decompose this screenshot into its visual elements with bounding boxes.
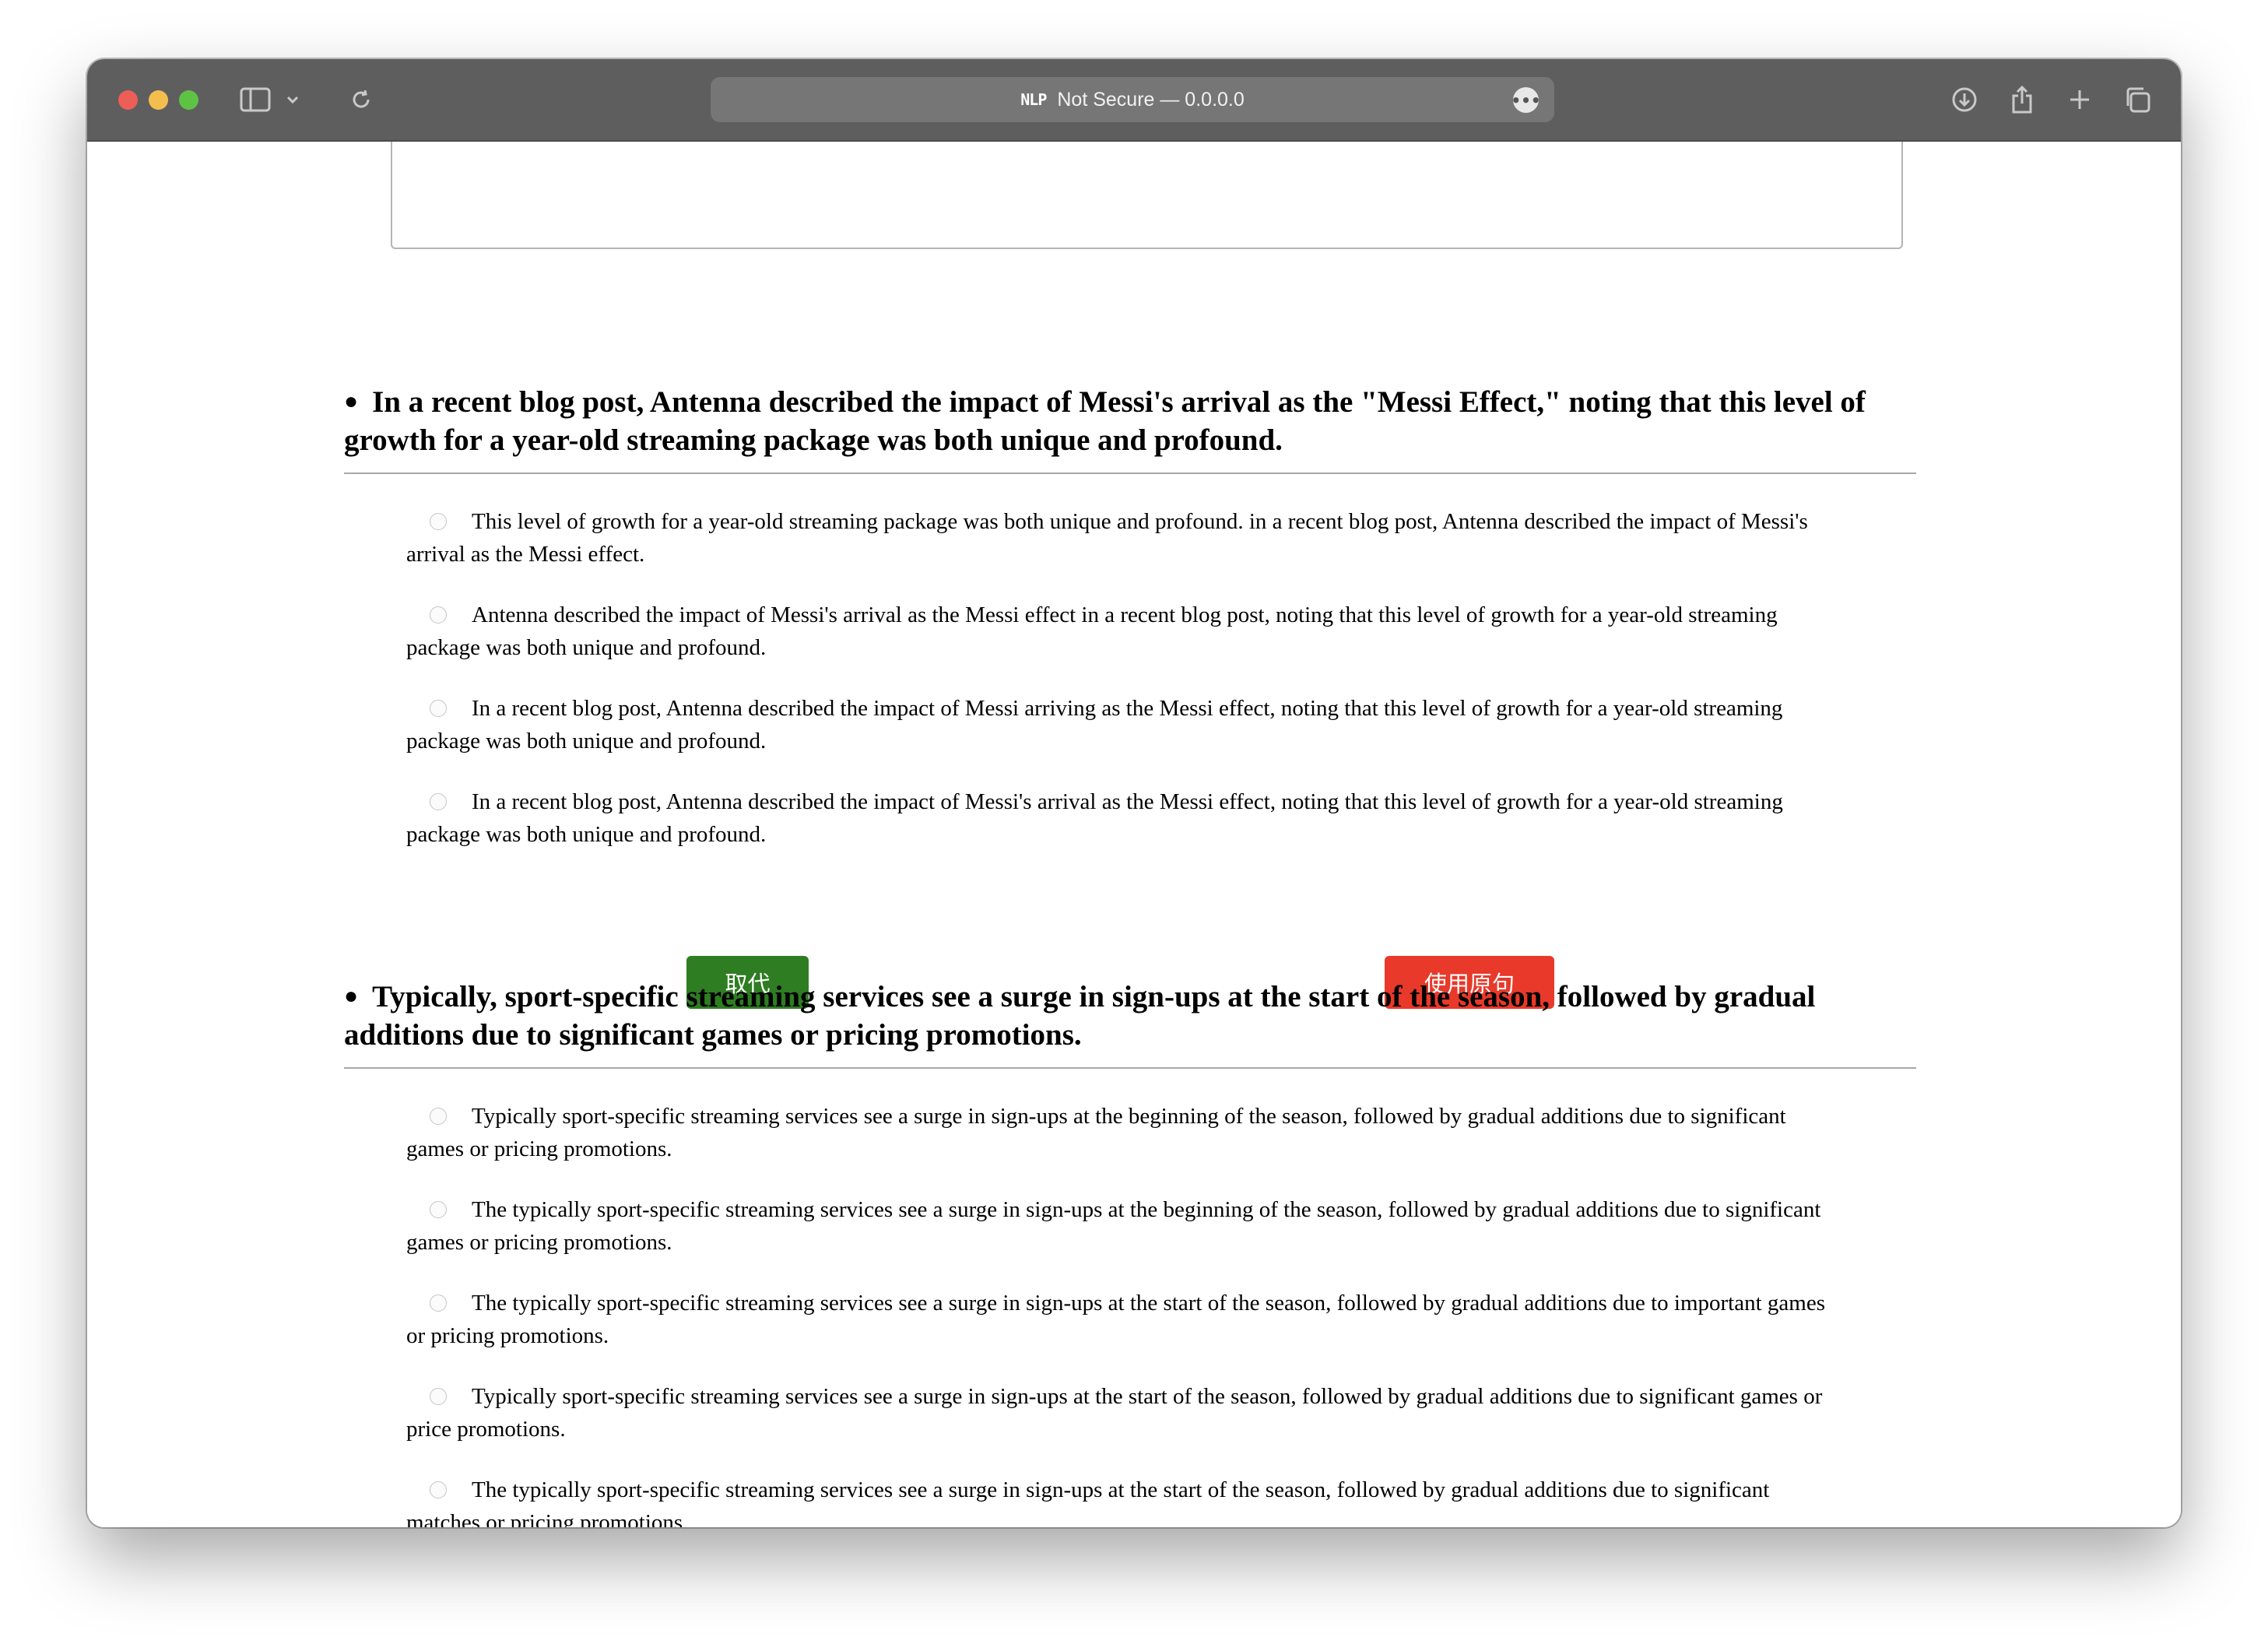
option-item[interactable]: Typically sport-specific streaming servi… bbox=[406, 1100, 1846, 1165]
close-window-button[interactable] bbox=[118, 90, 138, 110]
option-list: This level of growth for a year-old stre… bbox=[344, 505, 1916, 851]
radio-button[interactable] bbox=[430, 1388, 447, 1406]
tab-overview-icon[interactable] bbox=[2120, 83, 2154, 117]
option-item[interactable]: The typically sport-specific streaming s… bbox=[406, 1474, 1846, 1527]
more-options-icon[interactable]: ••• bbox=[1511, 87, 1541, 113]
zoom-window-button[interactable] bbox=[179, 90, 198, 110]
question-block: ● In a recent blog post, Antenna describe… bbox=[344, 385, 1916, 879]
share-icon[interactable] bbox=[2005, 83, 2039, 117]
option-item[interactable]: In a recent blog post, Antenna described… bbox=[406, 785, 1846, 851]
option-item[interactable]: The typically sport-specific streaming s… bbox=[406, 1287, 1846, 1352]
chevron-down-icon[interactable] bbox=[283, 83, 302, 117]
reload-icon[interactable] bbox=[344, 83, 378, 117]
radio-button[interactable] bbox=[430, 606, 447, 624]
download-icon[interactable] bbox=[1947, 83, 1982, 117]
option-item[interactable]: This level of growth for a year-old stre… bbox=[406, 505, 1846, 571]
option-item[interactable]: Antenna described the impact of Messi's … bbox=[406, 599, 1846, 664]
radio-button[interactable] bbox=[430, 1108, 447, 1126]
new-tab-icon[interactable] bbox=[2063, 83, 2097, 117]
radio-button[interactable] bbox=[430, 513, 447, 531]
question-title: ● In a recent blog post, Antenna describe… bbox=[344, 385, 1916, 475]
option-list: Typically sport-specific streaming servi… bbox=[344, 1100, 1916, 1527]
bullet-icon: ● bbox=[344, 388, 359, 415]
browser-window: NLP Not Secure — 0.0.0.0 ••• ● In a recen… bbox=[87, 59, 2181, 1527]
radio-button[interactable] bbox=[430, 700, 447, 718]
option-item[interactable]: Typically sport-specific streaming servi… bbox=[406, 1380, 1846, 1446]
radio-button[interactable] bbox=[430, 1201, 447, 1219]
page-content: ● In a recent blog post, Antenna describe… bbox=[87, 142, 2181, 1527]
minimize-window-button[interactable] bbox=[149, 90, 168, 110]
option-item[interactable]: The typically sport-specific streaming s… bbox=[406, 1193, 1846, 1259]
text-input-area[interactable] bbox=[391, 142, 1903, 249]
option-item[interactable]: In a recent blog post, Antenna described… bbox=[406, 692, 1846, 757]
bullet-icon: ● bbox=[344, 983, 359, 1010]
address-bar[interactable]: NLP Not Secure — 0.0.0.0 ••• bbox=[711, 77, 1554, 122]
radio-button[interactable] bbox=[430, 1481, 447, 1499]
question-title: ● Typically, sport-specific streaming ser… bbox=[344, 979, 1916, 1070]
sidebar-icon[interactable] bbox=[238, 83, 272, 117]
radio-button[interactable] bbox=[430, 793, 447, 811]
radio-button[interactable] bbox=[430, 1294, 447, 1312]
site-badge: NLP bbox=[1020, 90, 1047, 109]
question-block: ● Typically, sport-specific streaming ser… bbox=[344, 979, 1916, 1527]
address-text: Not Secure — 0.0.0.0 bbox=[1057, 88, 1245, 111]
browser-toolbar: NLP Not Secure — 0.0.0.0 ••• bbox=[87, 59, 2181, 142]
